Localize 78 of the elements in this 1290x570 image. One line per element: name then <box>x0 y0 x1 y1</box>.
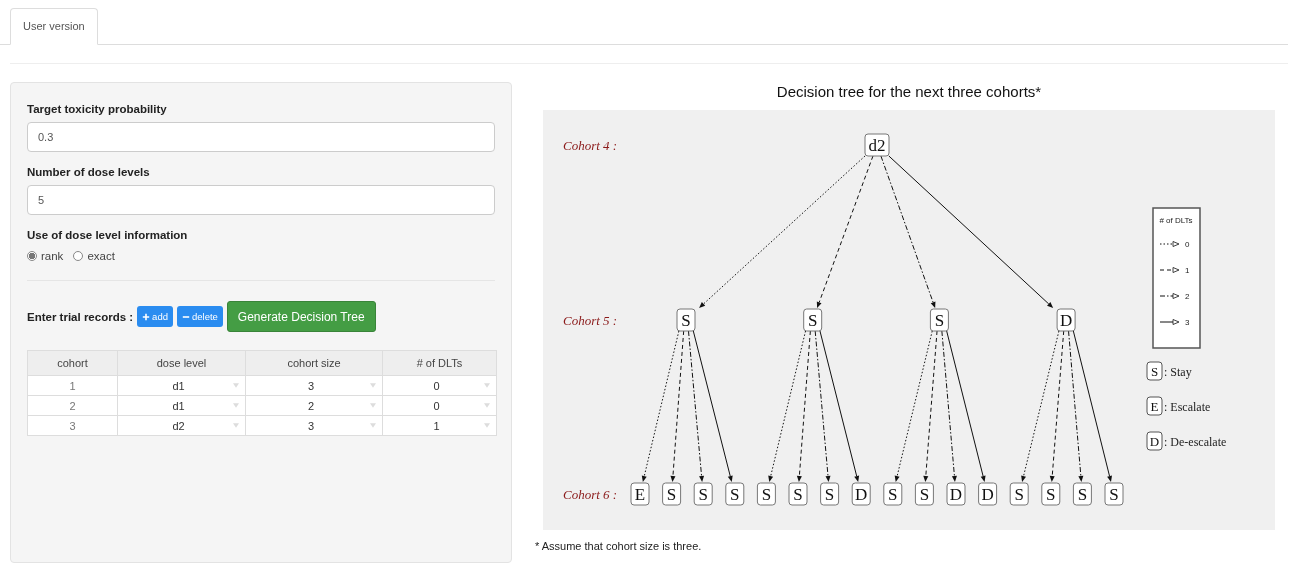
tree-node: D <box>946 482 966 506</box>
legend-title: # of DLTs <box>1159 216 1193 225</box>
tree-node: S <box>1041 482 1061 506</box>
tree-node: d2 <box>864 133 890 157</box>
plus-icon <box>142 312 151 321</box>
legend-value: 0 <box>1185 240 1190 249</box>
records-label: Enter trial records : <box>27 310 134 323</box>
table-cell-text: d1 <box>171 399 186 412</box>
tree-node: S <box>820 482 840 506</box>
tree-node: S <box>929 308 949 332</box>
key-description: : Escalate <box>1164 400 1211 414</box>
input-field[interactable]: 5 <box>27 185 495 215</box>
caret-icon[interactable] <box>484 403 490 408</box>
tree-node: S <box>756 482 776 506</box>
input-field[interactable]: 0.3 <box>27 122 495 152</box>
tree-node: S <box>803 308 823 332</box>
table-cell-text: 3 <box>306 419 316 432</box>
caret-icon[interactable] <box>484 383 490 388</box>
tree-node: S <box>914 482 934 506</box>
tree-node: E <box>630 482 650 506</box>
caret-icon[interactable] <box>370 423 376 428</box>
caret-icon[interactable] <box>233 403 239 408</box>
column-header: cohort size <box>245 350 383 376</box>
caret-icon[interactable] <box>233 383 239 388</box>
tree-node: S <box>1072 482 1092 506</box>
table-cell-text: 0 <box>432 399 441 412</box>
tree-node: S <box>883 482 903 506</box>
tree-node: S <box>788 482 808 506</box>
legend-line <box>1159 293 1180 299</box>
key-description: : De-escalate <box>1164 435 1227 449</box>
column-header: # of DLTs <box>382 350 497 376</box>
table-cell-text: d1 <box>171 379 186 392</box>
table-cell-text: 0 <box>432 379 441 392</box>
tree-node: S <box>693 482 713 506</box>
tree-node: S <box>1009 482 1029 506</box>
table-cell-text: d2 <box>171 419 186 432</box>
table-cell-text: 2 <box>68 399 77 412</box>
column-header: dose level <box>117 350 246 376</box>
tree-node: S <box>1104 482 1124 506</box>
field-label: Number of dose levels <box>27 166 151 178</box>
table-cell-text: 1 <box>68 379 77 392</box>
caret-icon[interactable] <box>484 423 490 428</box>
legend-value: 3 <box>1185 318 1190 327</box>
table-cell-text: 1 <box>432 419 441 432</box>
legend-line <box>1159 241 1180 247</box>
footnote: * Assume that cohort size is three. <box>535 540 703 552</box>
cohort-label: Cohort 4 : <box>563 138 618 153</box>
legend-line <box>1159 319 1180 325</box>
caret-icon[interactable] <box>370 383 376 388</box>
tree-node: D <box>1056 308 1076 332</box>
cohort-label: Cohort 5 : <box>563 313 618 328</box>
key-description: : Stay <box>1164 365 1192 379</box>
column-header: cohort <box>27 350 118 376</box>
table-cell-text: 2 <box>306 399 316 412</box>
legend-value: 1 <box>1185 266 1190 275</box>
key-node: S <box>1146 361 1163 381</box>
tree-node: D <box>978 482 998 506</box>
table-cell-text: 3 <box>306 379 316 392</box>
key-node: E <box>1146 396 1163 416</box>
tree-node: S <box>676 308 696 332</box>
tab[interactable]: User version <box>10 8 98 45</box>
radio-icon[interactable] <box>27 251 37 261</box>
chart-title: Decision tree for the next three cohorts* <box>775 82 1043 102</box>
caret-icon[interactable] <box>370 403 376 408</box>
tree-node: S <box>662 482 682 506</box>
key-node: D <box>1146 431 1163 451</box>
field-label: Target toxicity probability <box>27 103 168 115</box>
legend-line <box>1159 267 1180 273</box>
radio-icon[interactable] <box>73 251 84 261</box>
cohort-label: Cohort 6 : <box>563 487 618 502</box>
caret-icon[interactable] <box>233 423 239 428</box>
tree-node: S <box>725 482 745 506</box>
legend-value: 2 <box>1185 292 1190 301</box>
radio-option[interactable]: exact <box>73 250 115 262</box>
tree-node: D <box>851 482 871 506</box>
table-cell-text: 3 <box>68 419 77 432</box>
field-label: Use of dose level information <box>27 229 189 241</box>
radio-option[interactable]: rank <box>27 250 64 262</box>
